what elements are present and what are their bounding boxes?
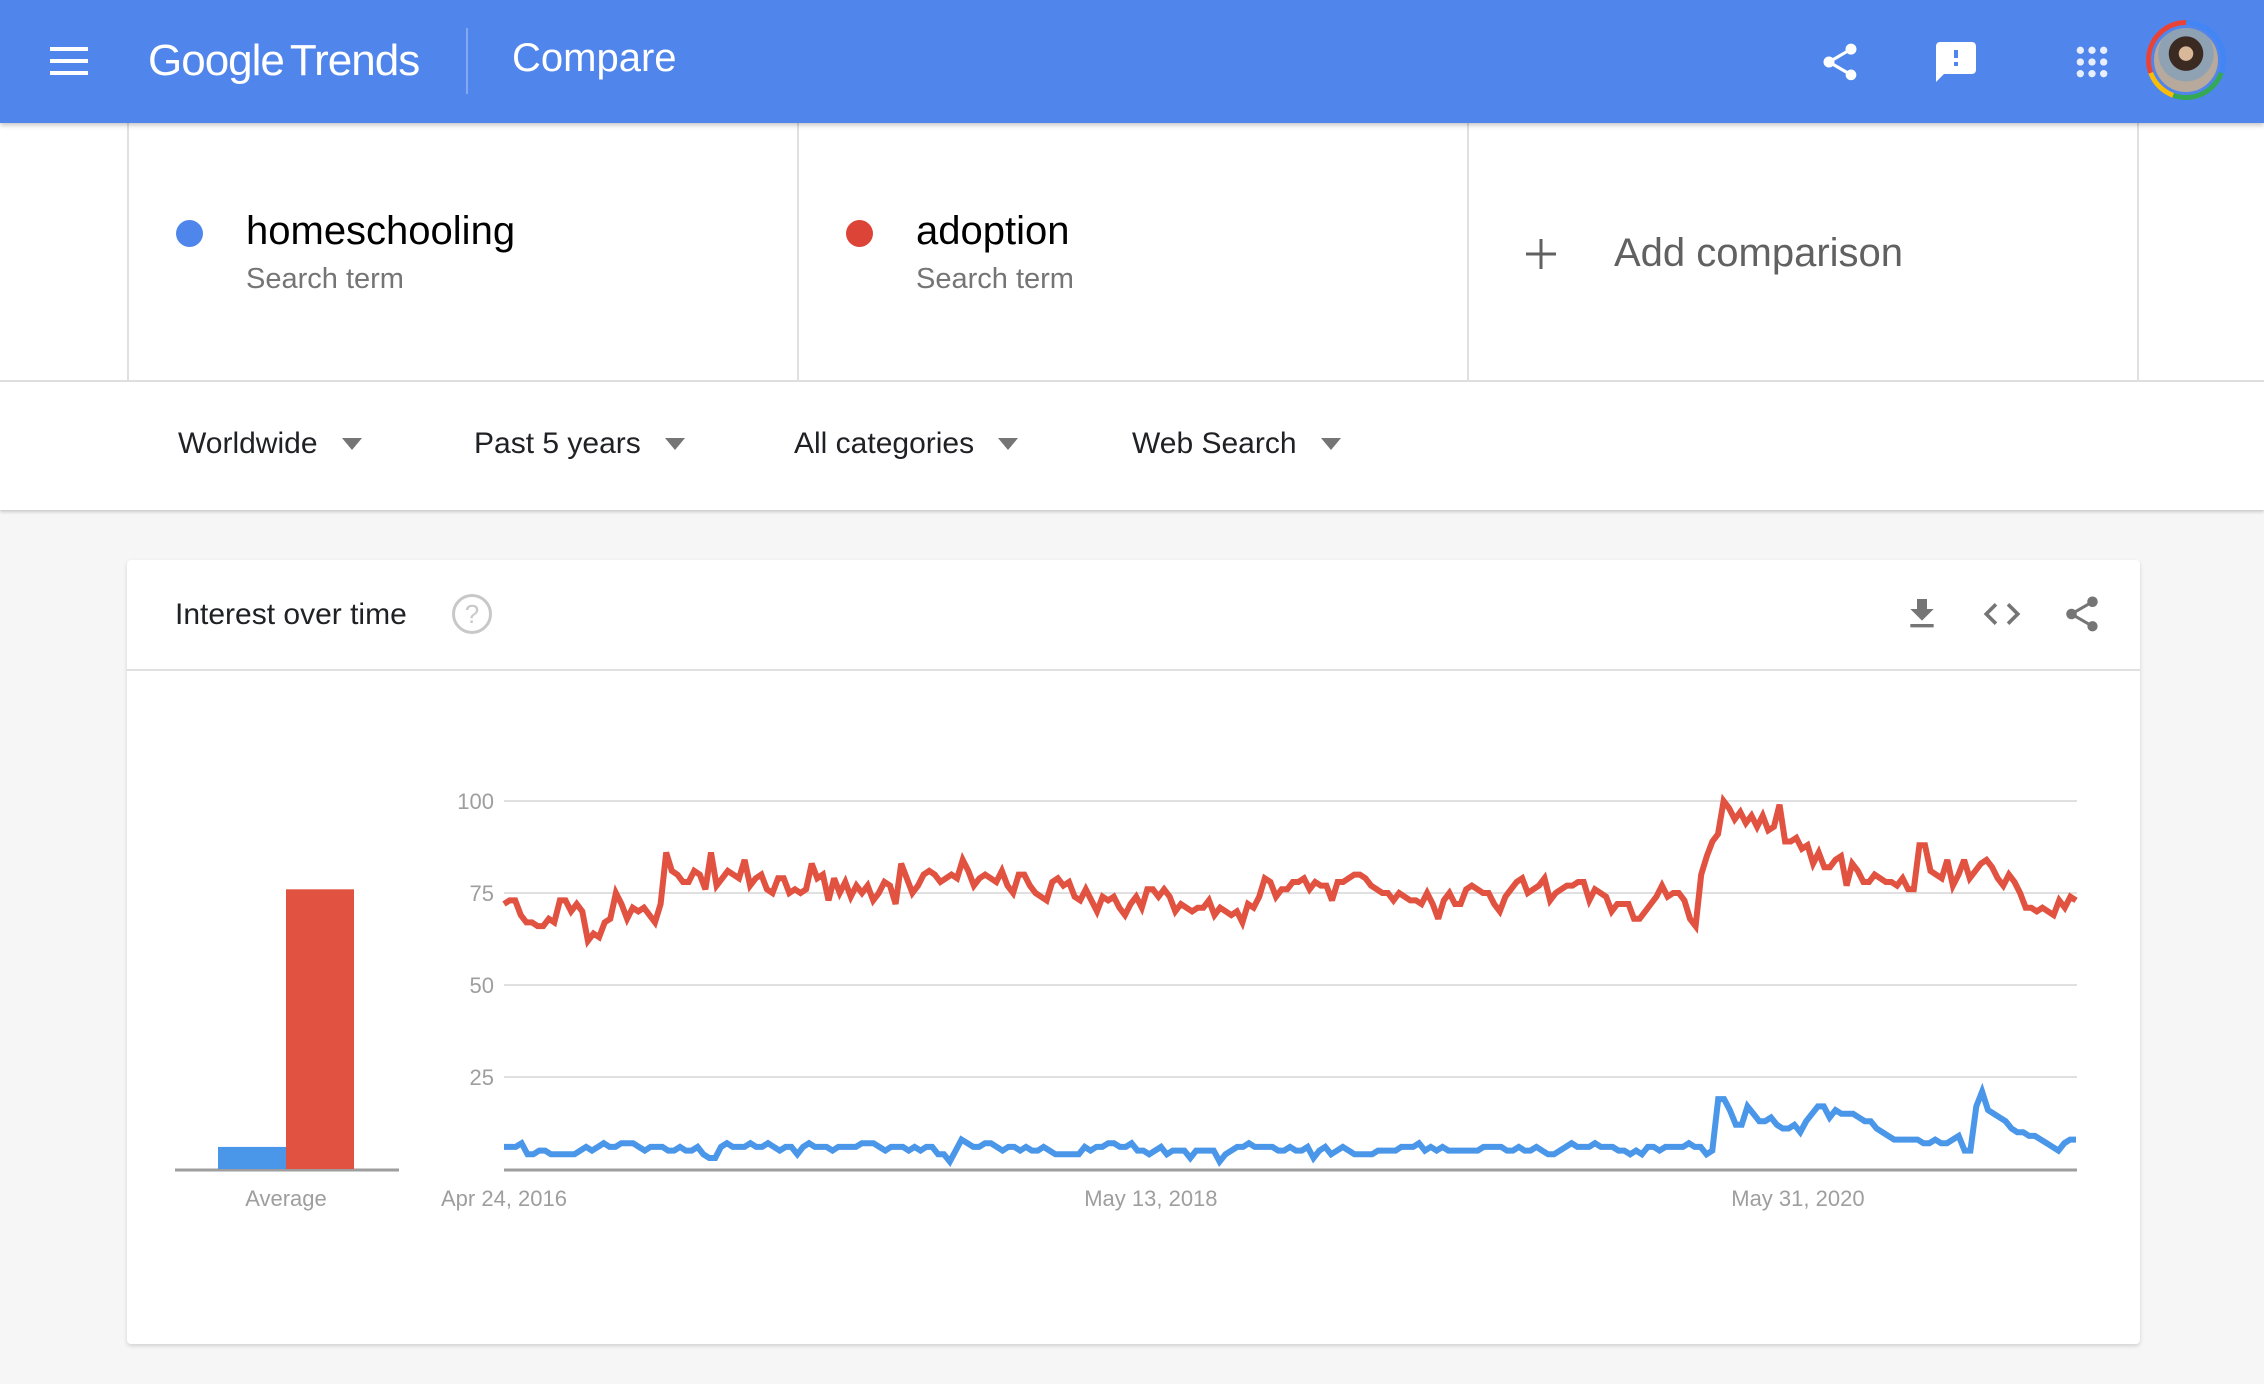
- filter-time-range[interactable]: Past 5 years: [474, 427, 685, 461]
- x-tick-label: Apr 24, 2016: [441, 1186, 567, 1211]
- interest-over-time-chart[interactable]: Average 25 50 75 100 Apr 24, 2016 May 13, 20…: [127, 560, 2140, 1344]
- term-color-dot: [176, 220, 203, 247]
- term-name: adoption: [916, 209, 1070, 253]
- apps-grid-icon[interactable]: [2064, 34, 2120, 90]
- filter-location[interactable]: Worldwide: [178, 427, 362, 461]
- x-axis-labels: Apr 24, 2016 May 13, 2018 May 31, 2020: [441, 1186, 1865, 1211]
- series-line-homeschooling: [504, 1082, 2076, 1168]
- chart-series: [502, 793, 2078, 1168]
- term-name: homeschooling: [246, 209, 516, 253]
- series-line-adoption: [502, 793, 2078, 948]
- average-bar-adoption: [286, 889, 354, 1169]
- dropdown-caret-icon: [1320, 438, 1341, 450]
- search-terms-bar: homeschooling Search term adoption Searc…: [0, 123, 2264, 382]
- dropdown-caret-icon: [341, 438, 362, 450]
- y-tick-label: 100: [457, 789, 494, 814]
- filter-search-type-label: Web Search: [1132, 427, 1297, 460]
- dropdown-caret-icon: [664, 438, 685, 450]
- x-tick-label: May 13, 2018: [1084, 1186, 1217, 1211]
- y-tick-label: 25: [470, 1065, 494, 1090]
- plus-icon: [1524, 234, 1584, 274]
- user-avatar[interactable]: [2146, 20, 2226, 100]
- term-card-homeschooling[interactable]: homeschooling Search term: [127, 123, 797, 380]
- term-card-adoption[interactable]: adoption Search term: [797, 123, 1467, 380]
- share-icon[interactable]: [1812, 34, 1868, 90]
- add-comparison-label: Add comparison: [1614, 231, 1904, 275]
- average-bar-homeschooling: [218, 1146, 286, 1169]
- interest-over-time-card: Interest over time ? Average 25 50 75 100 A…: [127, 560, 2140, 1344]
- filter-category-label: All categories: [794, 427, 975, 460]
- hamburger-menu-icon[interactable]: [50, 47, 88, 75]
- filter-bar: Worldwide Past 5 years All categories We…: [0, 382, 2264, 510]
- google-trends-logo[interactable]: Google Trends: [148, 36, 420, 86]
- filter-location-label: Worldwide: [178, 427, 318, 460]
- average-bar-chart: Average: [175, 889, 399, 1211]
- term-color-dot: [846, 220, 873, 247]
- term-type: Search term: [246, 263, 404, 295]
- x-tick-label: May 31, 2020: [1731, 1186, 1864, 1211]
- filter-category[interactable]: All categories: [794, 427, 1019, 461]
- header-divider: [466, 28, 468, 94]
- average-label: Average: [245, 1186, 327, 1211]
- filter-search-type[interactable]: Web Search: [1132, 427, 1341, 461]
- term-type: Search term: [916, 263, 1074, 295]
- add-comparison-button[interactable]: Add comparison: [1524, 231, 1903, 276]
- feedback-icon[interactable]: [1928, 34, 1984, 90]
- avatar-photo: [2151, 25, 2221, 95]
- page-title: Compare: [512, 36, 677, 80]
- app-header: Google Trends Compare: [0, 0, 2264, 123]
- logo-trends-text: Trends: [289, 36, 420, 85]
- dropdown-caret-icon: [998, 438, 1019, 450]
- filter-time-range-label: Past 5 years: [474, 427, 641, 460]
- logo-google-text: Google: [148, 36, 285, 85]
- y-tick-label: 75: [470, 881, 494, 906]
- add-comparison-card: Add comparison: [1467, 123, 2139, 380]
- y-tick-label: 50: [470, 973, 494, 998]
